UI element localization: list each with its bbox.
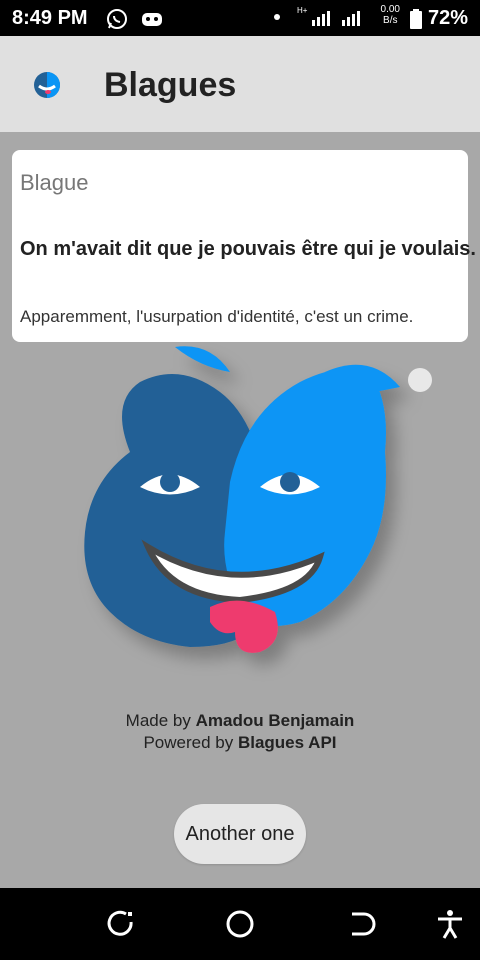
joke-card: Blague On m'avait dit que je pouvais êtr…	[12, 150, 476, 342]
network-speed: 0.00 B/s	[380, 4, 400, 26]
joke-question: On m'avait dit que je pouvais être qui j…	[20, 238, 476, 260]
another-one-button[interactable]: Another one	[174, 804, 306, 864]
main-content: Blague On m'avait dit que je pouvais êtr…	[0, 132, 480, 888]
battery-level: 72%	[427, 7, 468, 29]
whatsapp-icon	[107, 9, 127, 29]
author-name: Amadou Benjamain	[195, 711, 355, 730]
mascot-illustration	[84, 346, 432, 653]
joke-answer: Apparemment, l'usurpation d'identité, c'…	[20, 307, 414, 326]
recent-apps-icon[interactable]	[104, 908, 136, 940]
credits: Made by Amadou Benjamain Powered by Blag…	[0, 710, 480, 754]
home-icon[interactable]	[224, 908, 256, 940]
signal-icon	[312, 11, 360, 26]
status-time: 8:49 PM	[12, 7, 88, 29]
hat-pompom	[408, 368, 432, 392]
powered-by-line: Powered by Blagues API	[143, 733, 337, 752]
app-bar: Blagues	[0, 36, 480, 132]
gamepad-icon	[142, 13, 162, 26]
made-by-line: Made by Amadou Benjamain	[125, 711, 355, 730]
back-icon[interactable]	[344, 908, 376, 940]
accessibility-icon[interactable]	[434, 908, 466, 940]
page-title: Blagues	[104, 66, 237, 104]
notification-dot-icon	[274, 14, 280, 20]
app-logo-icon	[34, 72, 60, 98]
joke-card-title: Blague	[20, 170, 89, 195]
battery-icon	[410, 9, 422, 29]
status-bar: 8:49 PM H+ 0.00 B/s 72%	[0, 0, 480, 36]
api-name: Blagues API	[237, 733, 337, 752]
system-nav-bar	[0, 888, 480, 960]
